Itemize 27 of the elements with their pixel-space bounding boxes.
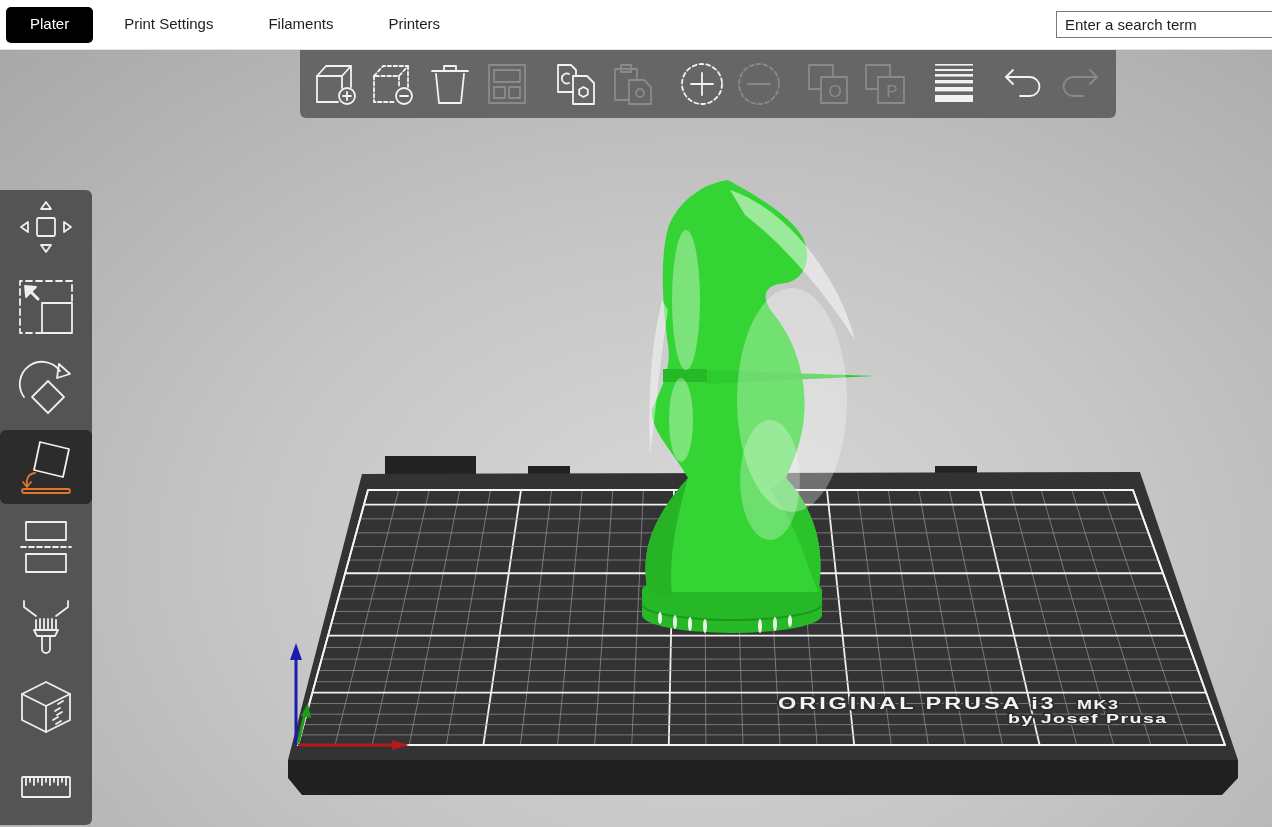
overlapping-squares-icon (806, 62, 850, 106)
cut-icon (18, 519, 74, 575)
delete-all-button[interactable] (428, 62, 472, 106)
dashed-circle-minus-icon (737, 62, 781, 106)
add-button[interactable] (314, 62, 358, 106)
scale-icon (18, 279, 74, 335)
layout-icon (485, 62, 529, 106)
tilted-square-icon (18, 439, 74, 495)
copy-button[interactable] (554, 62, 598, 106)
dashed-cube-minus-icon (371, 62, 415, 106)
add-instance-button[interactable] (680, 62, 724, 106)
rotate-icon (18, 359, 74, 415)
documents-icon (554, 62, 598, 106)
trash-icon (428, 62, 472, 106)
overlapping-squares-icon (863, 62, 907, 106)
delete-button[interactable] (371, 62, 415, 106)
cube-plus-icon (314, 62, 358, 106)
dashed-circle-plus-icon (680, 62, 724, 106)
bed-logo-model: MK3 (1077, 698, 1120, 712)
clipboard-icon (611, 62, 655, 106)
move-arrows-icon (18, 199, 74, 255)
cube-icon (18, 679, 74, 735)
tab[interactable]: Plater (6, 6, 94, 43)
search-field[interactable]: Enter a search term (1056, 11, 1272, 38)
place-on-face-button[interactable] (0, 430, 92, 504)
bed-logo-byline: by Josef Prusa (1008, 711, 1168, 727)
depth-axis-arrow (296, 703, 311, 744)
